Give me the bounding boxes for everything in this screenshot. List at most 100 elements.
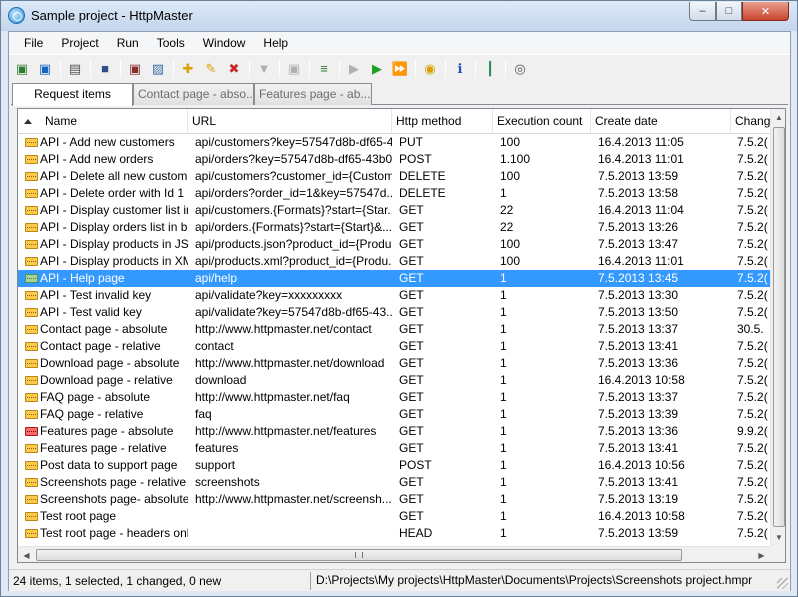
menu-run[interactable]: Run	[108, 33, 148, 53]
client-area: File Project Run Tools Window Help ▣ ▣ ▤ ■ ▣…	[8, 31, 791, 591]
cell-create-date: 7.5.2013 13:41	[598, 441, 679, 455]
cell-url: contact	[195, 339, 234, 353]
request-item-icon	[25, 325, 38, 334]
tab-features-page[interactable]: Features page - ab...*	[254, 83, 372, 105]
cell-url: api/customers?key=57547d8b-df65-4...	[195, 135, 392, 149]
maximize-button[interactable]: □	[716, 2, 742, 21]
save-icon[interactable]: ■	[94, 58, 116, 80]
table-row[interactable]: Test root page - headers only HEAD 1 7.5.20…	[18, 525, 770, 542]
edit-item-icon[interactable]: ✎	[200, 58, 222, 80]
menu-file[interactable]: File	[15, 33, 52, 53]
vertical-scroll-thumb[interactable]	[773, 127, 785, 527]
cell-changed: 7.5.2(	[737, 271, 768, 285]
table-row[interactable]: API - Display orders list in b... api/ord…	[18, 219, 770, 236]
cell-http-method: GET	[399, 373, 424, 387]
table-row[interactable]: API - Test invalid key api/validate?key=x…	[18, 287, 770, 304]
tree-view-icon[interactable]: ≡	[313, 58, 335, 80]
menu-tools[interactable]: Tools	[148, 33, 194, 53]
tab-contact-page[interactable]: Contact page - abso...	[133, 83, 254, 105]
table-row[interactable]: Test root page GET 1 16.4.2013 10:58 7.5.2(	[18, 508, 770, 525]
table-row[interactable]: Download page - relative download GET 1 16.4…	[18, 372, 770, 389]
disabled-action-icon[interactable]: ▼	[253, 58, 275, 80]
column-header-changed[interactable]: Chang	[731, 109, 770, 134]
table-row[interactable]: Contact page - absolute http://www.httpma…	[18, 321, 770, 338]
table-row[interactable]: API - Add new customers api/customers?key…	[18, 134, 770, 151]
cell-changed: 7.5.2(	[737, 305, 768, 319]
delete-item-icon[interactable]: ✖	[223, 58, 245, 80]
column-header-name-label: Name	[45, 114, 78, 128]
minimize-button[interactable]: –	[689, 2, 716, 21]
menu-help[interactable]: Help	[254, 33, 297, 53]
cell-http-method: GET	[399, 509, 424, 523]
table-row[interactable]: API - Delete order with Id 1 api/orders?o…	[18, 185, 770, 202]
disabled-action-2-icon[interactable]: ▣	[283, 58, 305, 80]
column-header-http-method[interactable]: Http method	[392, 109, 493, 134]
request-item-icon	[25, 410, 38, 419]
cell-changed: 7.5.2(	[737, 373, 768, 387]
column-header-create-date[interactable]: Create date	[591, 109, 731, 134]
statistics-icon[interactable]: ┃	[479, 58, 501, 80]
table-row[interactable]: FAQ page - absolute http://www.httpmaster…	[18, 389, 770, 406]
table-row[interactable]: Screenshots page - relative screenshots GE…	[18, 474, 770, 491]
close-button[interactable]: ✕	[742, 2, 789, 21]
toolbar-separator	[120, 59, 121, 78]
resize-grip-icon[interactable]	[777, 578, 788, 589]
cell-execution-count: 1	[500, 424, 507, 438]
column-header-execution-count[interactable]: Execution count	[493, 109, 591, 134]
table-row[interactable]: API - Display products in XML api/product…	[18, 253, 770, 270]
cell-name: Download page - relative	[40, 373, 173, 387]
table-row[interactable]: Post data to support page support POST 1 16.…	[18, 457, 770, 474]
scroll-left-icon[interactable]: ◀	[18, 547, 35, 562]
table-row[interactable]: API - Help page api/help GET 1 7.5.2013 13:4…	[18, 270, 770, 287]
httpmaster-app-icon[interactable]	[8, 7, 25, 24]
table-row[interactable]: API - Display products in JSON api/produc…	[18, 236, 770, 253]
scroll-right-icon[interactable]: ▶	[753, 547, 770, 562]
scroll-down-icon[interactable]: ▼	[771, 529, 785, 546]
horizontal-scroll-thumb[interactable]	[36, 549, 682, 561]
horizontal-scrollbar[interactable]: ◀ ▶	[18, 546, 770, 562]
menu-window[interactable]: Window	[194, 33, 255, 53]
cell-changed: 7.5.2(	[737, 390, 768, 404]
cell-name: API - Delete all new customers	[40, 169, 188, 183]
step-disabled-icon[interactable]: ▶	[343, 58, 365, 80]
cell-name: Contact page - relative	[40, 339, 161, 353]
vertical-scrollbar[interactable]: ▲ ▼	[770, 109, 785, 546]
table-row[interactable]: Features page - absolute http://www.httpm…	[18, 423, 770, 440]
menu-project[interactable]: Project	[52, 33, 107, 53]
table-row[interactable]: Download page - absolute http://www.httpm…	[18, 355, 770, 372]
tab-request-items[interactable]: Request items	[12, 83, 133, 106]
column-header-name[interactable]: Name	[18, 109, 188, 134]
table-row[interactable]: API - Display customer list in... api/cus…	[18, 202, 770, 219]
project-properties-icon[interactable]: ▤	[64, 58, 86, 80]
cell-create-date: 16.4.2013 10:56	[598, 458, 685, 472]
signal-icon[interactable]: ◎	[509, 58, 531, 80]
cell-create-date: 7.5.2013 13:36	[598, 356, 679, 370]
cell-url: screenshots	[195, 475, 260, 489]
run-all-icon[interactable]: ⏩	[389, 58, 411, 80]
table-row[interactable]: Contact page - relative contact GET 1 7.5.20…	[18, 338, 770, 355]
info-icon[interactable]: ℹ	[449, 58, 471, 80]
table-row[interactable]: API - Test valid key api/validate?key=575…	[18, 304, 770, 321]
table-row[interactable]: FAQ page - relative faq GET 1 7.5.2013 13:39…	[18, 406, 770, 423]
app-window: Sample project - HttpMaster – □ ✕ File P…	[0, 0, 798, 597]
scroll-up-icon[interactable]: ▲	[771, 109, 785, 126]
request-item-icon	[25, 512, 38, 521]
title-bar[interactable]: Sample project - HttpMaster – □ ✕	[1, 1, 797, 31]
table-row[interactable]: Features page - relative features GET 1 7.5.…	[18, 440, 770, 457]
table-row[interactable]: API - Add new orders api/orders?key=57547…	[18, 151, 770, 168]
image-icon[interactable]: ▨	[147, 58, 169, 80]
cell-execution-count: 1	[500, 526, 507, 540]
add-item-icon[interactable]: ✚	[177, 58, 199, 80]
run-icon[interactable]: ▶	[366, 58, 388, 80]
stop-icon[interactable]: ◉	[419, 58, 441, 80]
table-row[interactable]: Screenshots page- absolute http://www.htt…	[18, 491, 770, 508]
export-icon[interactable]: ▣	[124, 58, 146, 80]
column-header-url[interactable]: URL	[188, 109, 392, 134]
cell-create-date: 16.4.2013 11:01	[598, 152, 684, 166]
cell-name: FAQ page - absolute	[40, 390, 151, 404]
new-request-icon[interactable]: ▣	[11, 58, 33, 80]
new-request-copy-icon[interactable]: ▣	[34, 58, 56, 80]
cell-http-method: POST	[399, 152, 432, 166]
cell-create-date: 16.4.2013 11:01	[598, 254, 684, 268]
table-row[interactable]: API - Delete all new customers api/custom…	[18, 168, 770, 185]
